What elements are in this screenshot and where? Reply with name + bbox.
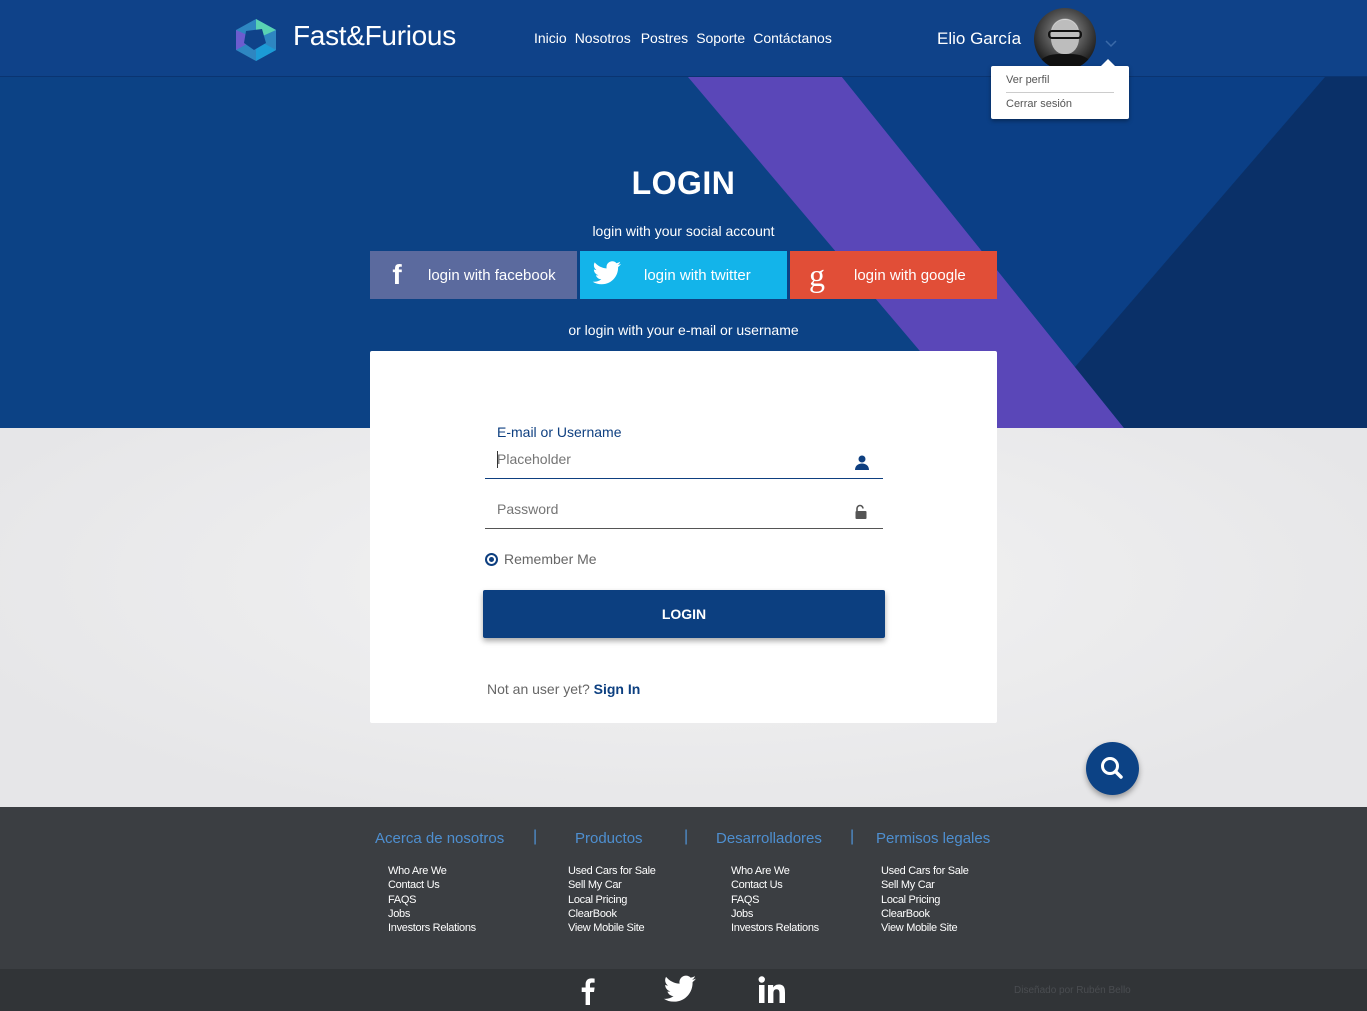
username-input[interactable] — [497, 451, 857, 467]
login-card: E-mail or Username Remember Me LOGIN Not… — [370, 351, 997, 723]
footer-links-permisos: Used Cars for Sale Sell My Car Local Pri… — [881, 864, 969, 935]
search-icon — [1101, 757, 1123, 779]
menu-divider — [1006, 92, 1114, 93]
footer-link[interactable]: Investors Relations — [388, 921, 476, 935]
google-icon: g — [809, 256, 825, 293]
chevron-down-icon[interactable] — [1104, 36, 1118, 50]
password-underline — [485, 528, 883, 529]
footer-link[interactable]: Who Are We — [731, 864, 819, 878]
user-icon — [855, 455, 869, 470]
text-cursor — [497, 451, 498, 468]
facebook-icon: f — [392, 259, 402, 290]
footer-link[interactable]: FAQS — [388, 893, 476, 907]
user-name[interactable]: Elio García — [937, 29, 1021, 49]
nav-item-inicio[interactable]: Inicio — [534, 30, 567, 46]
footer-link[interactable]: Used Cars for Sale — [881, 864, 969, 878]
nav-item-nosotros[interactable]: Nosotros — [575, 30, 631, 46]
twitter-login-button[interactable]: login with twitter — [580, 251, 787, 299]
page-title: LOGIN — [631, 165, 736, 201]
footer-link[interactable]: Used Cars for Sale — [568, 864, 656, 878]
footer-link[interactable]: Contact Us — [731, 878, 819, 892]
footer-separator: | — [684, 828, 689, 845]
sign-in-link[interactable]: Sign In — [594, 681, 641, 697]
footer-link[interactable]: Jobs — [388, 907, 476, 921]
search-button[interactable] — [1086, 742, 1139, 795]
user-field-label: E-mail or Username — [497, 424, 622, 440]
footer-heading-productos[interactable]: Productos — [575, 830, 643, 847]
nav-item-soporte[interactable]: Soporte — [696, 30, 745, 46]
footer-link[interactable]: Contact Us — [388, 878, 476, 892]
footer-link[interactable]: View Mobile Site — [881, 921, 969, 935]
facebook-login-label: login with facebook — [428, 266, 556, 284]
google-login-button[interactable]: g login with google — [790, 251, 997, 299]
footer-link[interactable]: Jobs — [731, 907, 819, 921]
email-login-caption: or login with your e-mail or username — [568, 322, 799, 338]
footer-heading-desarrolladores[interactable]: Desarrolladores — [716, 830, 822, 847]
linkedin-icon[interactable] — [756, 975, 788, 1005]
top-navbar: Fast&Furious Inicio Nosotros Postres Sop… — [0, 0, 1367, 77]
footer-link[interactable]: Sell My Car — [881, 878, 969, 892]
nav-item-contactanos[interactable]: Contáctanos — [753, 30, 832, 46]
user-dropdown-menu: Ver perfil Cerrar sesión — [991, 59, 1129, 119]
footer-heading-permisos[interactable]: Permisos legales — [876, 830, 990, 847]
twitter-login-label: login with twitter — [644, 266, 751, 284]
password-input[interactable] — [497, 501, 857, 517]
footer-link[interactable]: Local Pricing — [568, 893, 656, 907]
username-underline — [485, 478, 883, 479]
footer-links-desarrolladores: Who Are We Contact Us FAQS Jobs Investor… — [731, 864, 819, 935]
twitter-icon — [580, 257, 634, 294]
brand-name[interactable]: Fast&Furious — [293, 20, 456, 52]
menu-item-ver-perfil[interactable]: Ver perfil — [1006, 74, 1049, 86]
google-login-label: login with google — [854, 266, 966, 284]
facebook-icon[interactable] — [572, 975, 604, 1005]
facebook-login-button[interactable]: f login with facebook — [370, 251, 577, 299]
not-user-text: Not an user yet? — [487, 681, 590, 697]
login-submit-button[interactable]: LOGIN — [483, 590, 885, 638]
footer-separator: | — [533, 828, 538, 845]
footer-links-acerca: Who Are We Contact Us FAQS Jobs Investor… — [388, 864, 476, 935]
menu-item-cerrar-sesion[interactable]: Cerrar sesión — [1006, 98, 1072, 110]
signup-prompt: Not an user yet? Sign In — [487, 681, 640, 697]
footer-link[interactable]: Who Are We — [388, 864, 476, 878]
footer-link[interactable]: ClearBook — [568, 907, 656, 921]
avatar[interactable] — [1034, 8, 1096, 70]
footer-link[interactable]: View Mobile Site — [568, 921, 656, 935]
footer-link[interactable]: Local Pricing — [881, 893, 969, 907]
social-caption: login with your social account — [592, 223, 775, 239]
twitter-icon[interactable] — [663, 975, 697, 1005]
footer-link[interactable]: Sell My Car — [568, 878, 656, 892]
nav-item-postres[interactable]: Postres — [641, 30, 688, 46]
main-nav: Inicio Nosotros Postres Soporte Contácta… — [534, 30, 842, 46]
remember-me-label[interactable]: Remember Me — [504, 551, 597, 567]
footer-link[interactable]: FAQS — [731, 893, 819, 907]
footer-link[interactable]: ClearBook — [881, 907, 969, 921]
footer-link[interactable]: Investors Relations — [731, 921, 819, 935]
footer-links-productos: Used Cars for Sale Sell My Car Local Pri… — [568, 864, 656, 935]
designer-credit: Diseñado por Rubén Bello — [1014, 985, 1131, 996]
remember-me-radio[interactable] — [485, 553, 498, 566]
logo-icon[interactable] — [232, 17, 280, 61]
footer-heading-acerca[interactable]: Acerca de nosotros — [375, 830, 504, 847]
footer-separator: | — [850, 828, 855, 845]
lock-icon — [855, 504, 867, 519]
